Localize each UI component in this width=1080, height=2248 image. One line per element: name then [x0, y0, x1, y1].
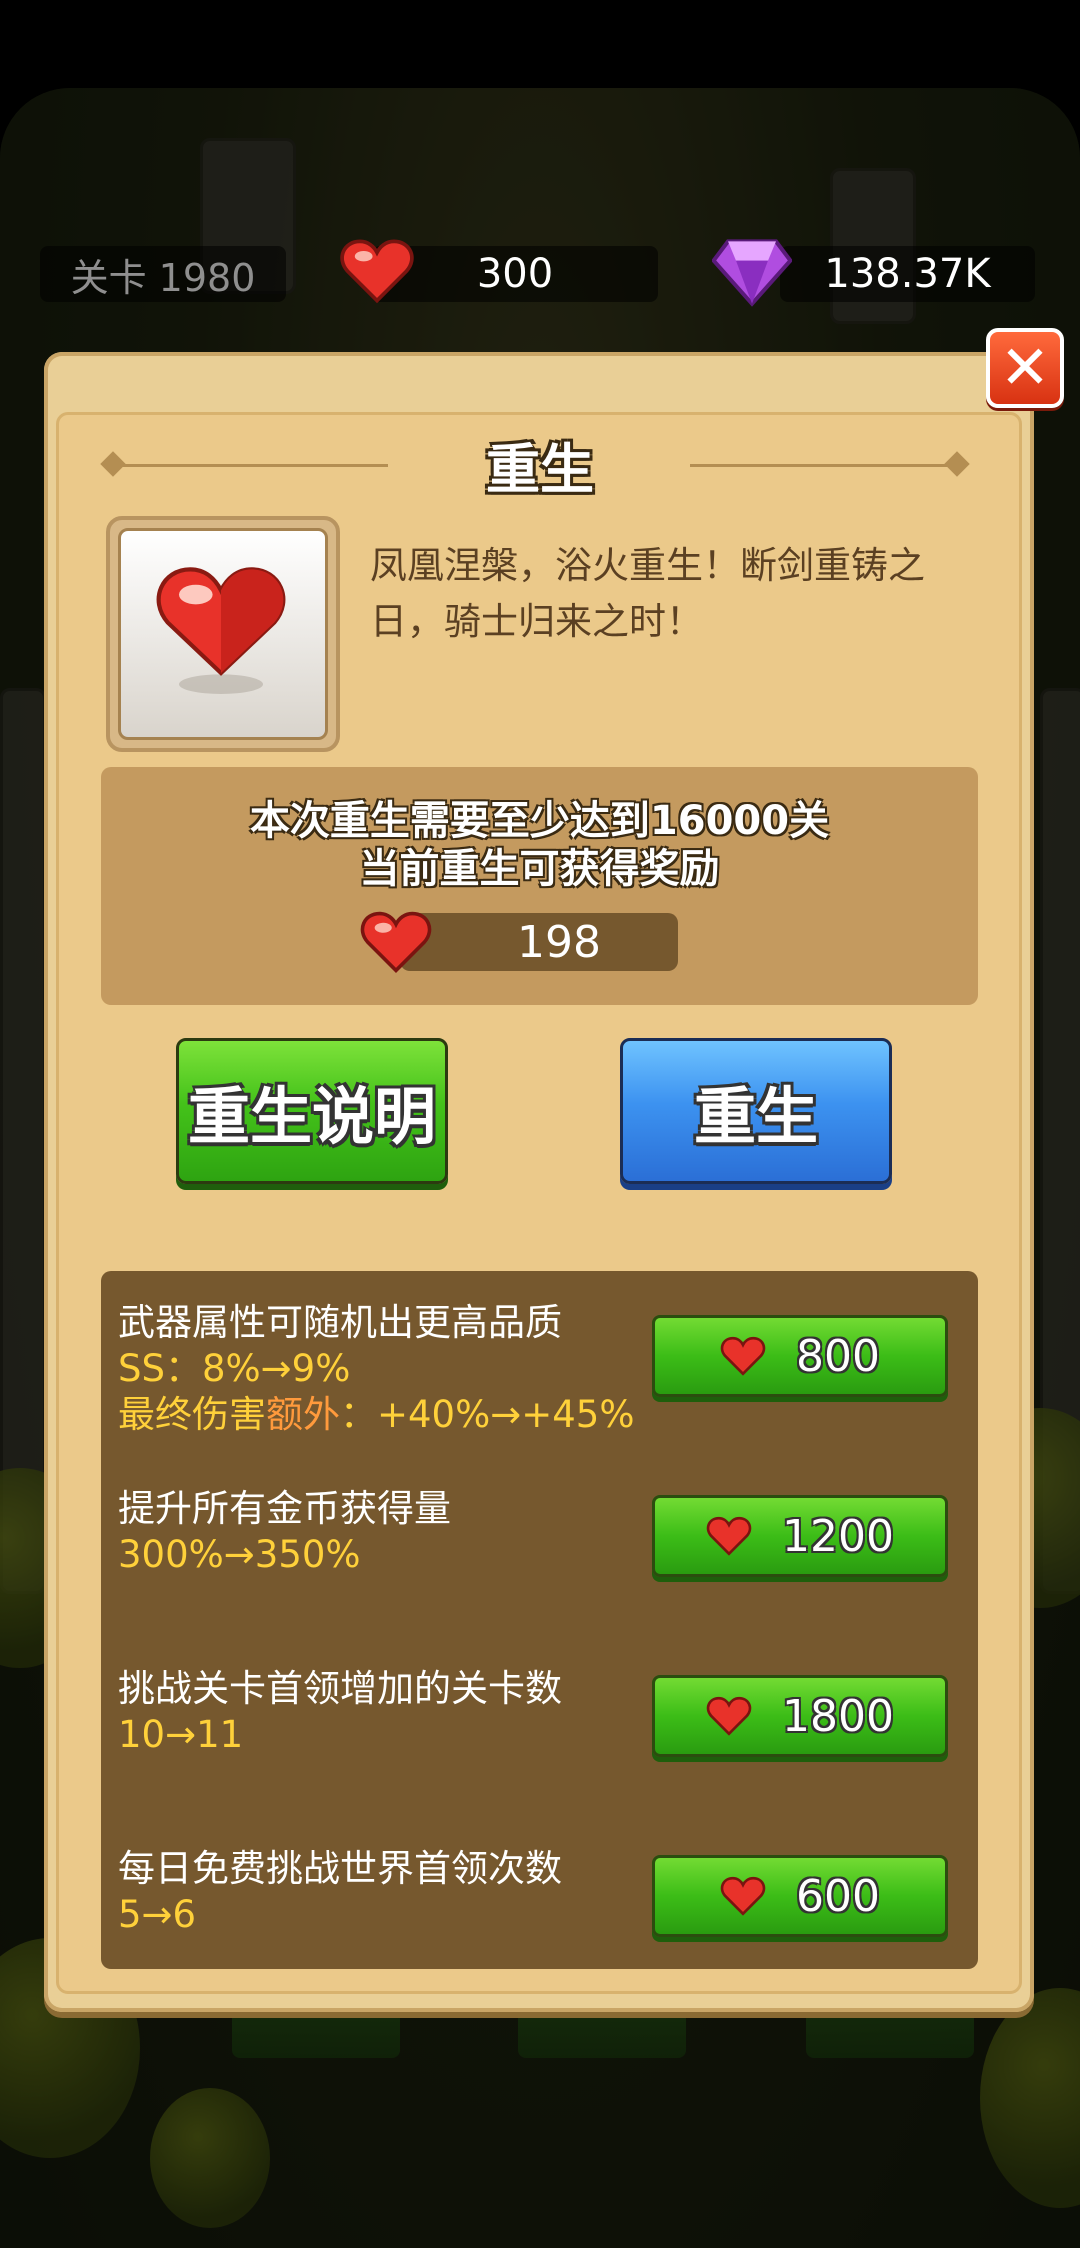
close-button[interactable]: ✕ [986, 328, 1064, 408]
upgrade-cost-button[interactable]: 800 [652, 1315, 948, 1397]
heart-icon [706, 1516, 752, 1556]
title-divider-right [690, 464, 958, 467]
gem-icon [712, 239, 792, 307]
level-indicator: 关卡 1980 [40, 246, 286, 302]
upgrade-cost-button[interactable]: 600 [652, 1855, 948, 1937]
upgrade-cost: 1200 [782, 1510, 894, 1562]
heart-count: 300 [476, 251, 554, 297]
upgrade-detail: 最终伤害额外：+40%→+45% [118, 1393, 635, 1436]
rebirth-description: 凤凰涅槃，浴火重生！断剑重铸之日，骑士归来之时！ [370, 544, 925, 643]
reward-heart-count: 198 [517, 916, 601, 968]
heart-icon [156, 567, 286, 694]
gem-counter: 138.37K [780, 246, 1035, 302]
heart-icon [720, 1876, 766, 1916]
rebirth-icon-frame [106, 516, 340, 752]
heart-icon [340, 239, 414, 304]
heart-icon [720, 1336, 766, 1376]
heart-icon [360, 911, 432, 973]
rebirth-info-button[interactable]: 重生说明 [176, 1038, 448, 1184]
close-icon: ✕ [999, 333, 1051, 403]
upgrade-cost-button[interactable]: 1800 [652, 1675, 948, 1757]
heart-counter: 300 [372, 246, 658, 302]
upgrade-cost: 800 [796, 1330, 880, 1382]
reward-amount: 198 [400, 913, 678, 971]
upgrade-cost-button[interactable]: 1200 [652, 1495, 948, 1577]
rebirth-button[interactable]: 重生 [620, 1038, 892, 1184]
heart-icon [706, 1696, 752, 1736]
upgrade-cost: 1800 [782, 1690, 894, 1742]
title-divider-left [120, 464, 388, 467]
gem-count: 138.37K [824, 251, 991, 297]
upgrade-cost: 600 [796, 1870, 880, 1922]
reward-caption: 当前重生可获得奖励 [359, 846, 720, 892]
